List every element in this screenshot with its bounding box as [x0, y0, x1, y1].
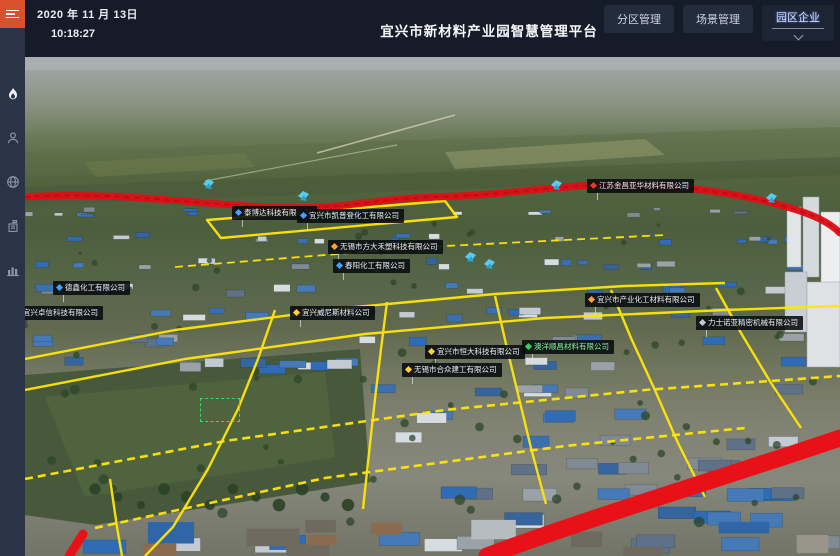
flame-icon[interactable]	[5, 86, 21, 102]
map-label-text: 德鑫化工有限公司	[65, 284, 125, 292]
map-label[interactable]: 宜兴市恒大科技有限公司	[425, 345, 525, 359]
datetime-block: 2020 年 11 月 13日 10:18:27	[37, 6, 138, 40]
map-label[interactable]: 宜兴市凯普登化工有限公司	[297, 209, 404, 223]
map-label[interactable]: 春阳化工有限公司	[333, 259, 410, 273]
bar-chart-icon[interactable]	[5, 262, 21, 278]
marker-icon	[331, 243, 338, 250]
map-label-text: 澳洋顺昌材料有限公司	[534, 343, 609, 351]
scene-management-button[interactable]: 场景管理	[683, 5, 753, 33]
marker-icon	[590, 182, 597, 189]
map-label[interactable]: 德鑫化工有限公司	[53, 281, 130, 295]
marker-icon	[336, 262, 343, 269]
marker-icon	[300, 212, 307, 219]
top-header: 2020 年 11 月 13日 10:18:27 宜兴市新材料产业园智慧管理平台…	[25, 0, 840, 57]
marker-icon	[293, 309, 300, 316]
park-enterprise-dropdown[interactable]: 园区企业	[762, 5, 834, 41]
map-label[interactable]: 宜兴威尼斯材料公司	[290, 306, 375, 320]
divider	[772, 28, 824, 29]
person-icon[interactable]	[5, 130, 21, 146]
marker-icon	[405, 366, 412, 373]
map-label-text: 宜兴市凯普登化工有限公司	[309, 212, 399, 220]
marker-icon	[588, 296, 595, 303]
map-label-text: 春阳化工有限公司	[345, 262, 405, 270]
hamburger-menu-icon[interactable]	[0, 0, 25, 28]
header-actions: 分区管理 场景管理 园区企业	[604, 5, 834, 41]
map-label-text: 宜兴市恒大科技有限公司	[437, 348, 520, 356]
zone-management-button[interactable]: 分区管理	[604, 5, 674, 33]
map-label-text: 力士诺亚精密机械有限公司	[708, 319, 798, 327]
marker-icon	[699, 319, 706, 326]
page-title: 宜兴市新材料产业园智慧管理平台	[380, 20, 598, 40]
map-label[interactable]: 无锡市方大禾塑科技有限公司	[328, 240, 443, 254]
map-label[interactable]: 宜兴卓信科技有限公司	[25, 306, 103, 320]
map-label-text: 宜兴市产业化工材料有限公司	[597, 296, 695, 304]
map-label-text: 江苏金昌亚华材料有限公司	[599, 182, 689, 190]
selection-box	[200, 398, 240, 422]
marker-icon	[525, 343, 532, 350]
marker-icon	[56, 284, 63, 291]
chevron-down-icon	[793, 31, 803, 41]
marker-icon	[428, 348, 435, 355]
current-time: 10:18:27	[51, 28, 138, 40]
current-date: 2020 年 11 月 13日	[37, 6, 138, 22]
map-label-text: 无锡市方大禾塑科技有限公司	[340, 243, 438, 251]
map-label[interactable]: 力士诺亚精密机械有限公司	[696, 316, 803, 330]
map-label[interactable]: 江苏金昌亚华材料有限公司	[587, 179, 694, 193]
park-enterprise-dropdown-label: 园区企业	[776, 9, 820, 25]
map-label-text: 宜兴威尼斯材料公司	[302, 309, 370, 317]
marker-icon	[235, 209, 242, 216]
map-label-text: 无锡市合众建工有限公司	[414, 366, 497, 374]
terrain-scene	[25, 57, 840, 556]
smart-park-platform-window: 2020 年 11 月 13日 10:18:27 宜兴市新材料产业园智慧管理平台…	[0, 0, 840, 556]
building-icon[interactable]	[5, 218, 21, 234]
map-label-text: 宜兴卓信科技有限公司	[25, 309, 98, 317]
map-label[interactable]: 澳洋顺昌材料有限公司	[522, 340, 614, 354]
map-label[interactable]: 无锡市合众建工有限公司	[402, 363, 502, 377]
map-label[interactable]: 宜兴市产业化工材料有限公司	[585, 293, 700, 307]
horizon-haze	[25, 57, 840, 70]
left-sidebar	[0, 0, 25, 556]
map-3d-viewport[interactable]: 泰博达科技有限公司宜兴市凯普登化工有限公司无锡市方大禾塑科技有限公司春阳化工有限…	[25, 57, 840, 556]
globe-icon[interactable]	[5, 174, 21, 190]
